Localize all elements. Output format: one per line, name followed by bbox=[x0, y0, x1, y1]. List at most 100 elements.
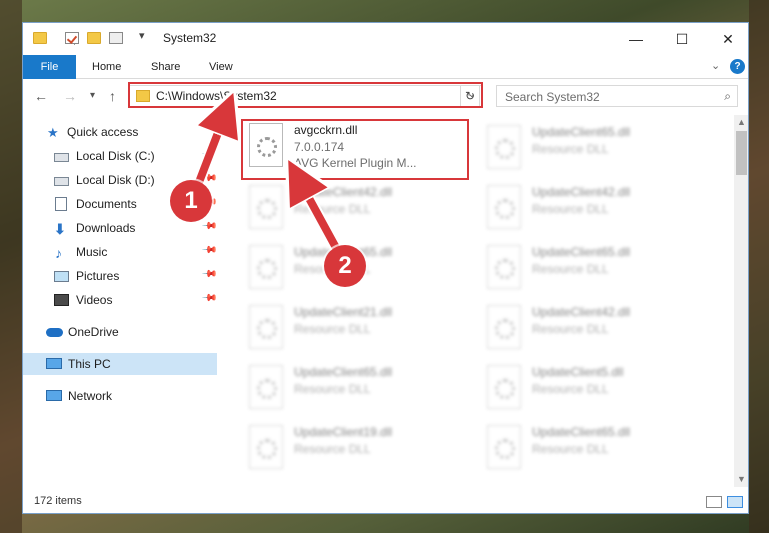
back-button[interactable]: ← bbox=[34, 88, 48, 104]
sidebar-item-label: This PC bbox=[68, 357, 111, 371]
file-name: UpdateClient65.dll bbox=[532, 125, 631, 139]
dll-file-icon bbox=[249, 425, 283, 469]
background-tree bbox=[0, 0, 22, 533]
network-icon bbox=[46, 390, 62, 401]
dll-file-icon bbox=[249, 245, 283, 289]
file-type: Resource DLL bbox=[294, 442, 371, 456]
vertical-scrollbar[interactable]: ▲ ▼ bbox=[734, 115, 748, 487]
title-bar: ▾ System32 — ☐ ✕ bbox=[23, 23, 748, 55]
dll-file-icon bbox=[487, 245, 521, 289]
up-button[interactable]: ↑ bbox=[109, 88, 116, 104]
file-tile[interactable]: UpdateClient19.dll Resource DLL bbox=[247, 421, 477, 477]
properties-icon[interactable] bbox=[65, 32, 79, 44]
file-type: Resource DLL bbox=[532, 382, 609, 396]
dll-file-icon bbox=[249, 365, 283, 409]
sidebar-item-label: OneDrive bbox=[68, 325, 119, 339]
file-name: UpdateClient19.dll bbox=[294, 425, 393, 439]
tab-view[interactable]: View bbox=[209, 55, 233, 79]
sidebar-item-quick-access[interactable]: ★ Quick access bbox=[23, 121, 217, 143]
tiles-view-icon[interactable] bbox=[727, 496, 743, 508]
file-tile[interactable]: UpdateClient65.dll Resource DLL bbox=[485, 421, 715, 477]
chevron-down-icon[interactable]: ▾ bbox=[139, 29, 145, 42]
file-tile[interactable]: UpdateClient42.dll Resource DLL bbox=[485, 301, 715, 357]
file-name: UpdateClient5.dll bbox=[532, 365, 624, 379]
file-tile[interactable]: UpdateClient5.dll Resource DLL bbox=[485, 361, 715, 417]
background-tree bbox=[749, 0, 769, 533]
file-type: Resource DLL bbox=[532, 322, 609, 336]
file-tile[interactable]: UpdateClient65.dll Resource DLL bbox=[485, 121, 715, 177]
file-type: Resource DLL bbox=[532, 442, 609, 456]
window-title: System32 bbox=[163, 31, 217, 45]
pin-icon: 📌 bbox=[200, 146, 218, 163]
scroll-up-icon[interactable]: ▲ bbox=[734, 115, 748, 130]
sidebar-item-label: Quick access bbox=[67, 125, 139, 139]
tab-file[interactable]: File bbox=[23, 55, 76, 79]
help-icon[interactable]: ? bbox=[730, 59, 745, 74]
file-name: UpdateClient42.dll bbox=[532, 305, 631, 319]
close-button[interactable]: ✕ bbox=[705, 23, 748, 55]
dll-file-icon bbox=[487, 305, 521, 349]
file-tile[interactable]: UpdateClient65.dll Resource DLL bbox=[247, 361, 477, 417]
tab-share[interactable]: Share bbox=[151, 55, 180, 79]
tab-home[interactable]: Home bbox=[92, 55, 121, 79]
sidebar-item-videos[interactable]: Videos 📌 bbox=[23, 289, 217, 311]
file-name: UpdateClient65.dll bbox=[532, 425, 631, 439]
search-box[interactable]: Search System32 ⌕ bbox=[496, 85, 738, 107]
file-type: Resource DLL bbox=[294, 322, 371, 336]
file-tile[interactable]: UpdateClient42.dll Resource DLL bbox=[247, 181, 477, 237]
pin-icon: 📌 bbox=[200, 218, 218, 235]
sidebar-item-label: Pictures bbox=[76, 269, 120, 283]
file-explorer-window: ▾ System32 — ☐ ✕ File Home Share View ⌄ … bbox=[22, 22, 749, 514]
forward-button[interactable]: → bbox=[63, 88, 77, 104]
maximize-button[interactable]: ☐ bbox=[659, 23, 705, 55]
star-icon: ★ bbox=[47, 125, 59, 140]
search-icon[interactable]: ⌕ bbox=[724, 89, 731, 104]
sidebar-item-pictures[interactable]: Pictures 📌 bbox=[23, 265, 217, 287]
dll-file-icon bbox=[487, 425, 521, 469]
navigation-pane: ★ Quick access Local Disk (C:) 📌 Local D… bbox=[23, 115, 217, 487]
file-highlight bbox=[241, 119, 469, 180]
documents-icon bbox=[55, 197, 67, 211]
cloud-icon bbox=[46, 328, 63, 337]
file-type: Resource DLL bbox=[294, 382, 371, 396]
sidebar-item-label: Videos bbox=[76, 293, 113, 307]
sidebar-item-network[interactable]: Network bbox=[23, 385, 217, 407]
new-folder-icon[interactable] bbox=[87, 32, 101, 44]
file-type: Resource DLL bbox=[532, 142, 609, 156]
ribbon-tabs: File Home Share View ⌄ ? bbox=[23, 55, 748, 79]
scroll-down-icon[interactable]: ▼ bbox=[734, 472, 748, 487]
step-2-badge: 2 bbox=[324, 245, 366, 287]
dll-file-icon bbox=[487, 365, 521, 409]
file-name: UpdateClient21.dll bbox=[294, 305, 393, 319]
pin-icon: 📌 bbox=[200, 266, 218, 283]
sidebar-item-label: Downloads bbox=[76, 221, 136, 235]
computer-icon bbox=[46, 358, 62, 369]
file-tile[interactable]: UpdateClient65.dll Resource DLL bbox=[485, 241, 715, 297]
videos-icon bbox=[54, 294, 69, 306]
pin-icon: 📌 bbox=[200, 290, 218, 307]
customize-qat-icon[interactable] bbox=[109, 32, 123, 44]
file-name: UpdateClient65.dll bbox=[294, 365, 393, 379]
status-bar: 172 items bbox=[23, 489, 748, 513]
sidebar-item-music[interactable]: ♪ Music 📌 bbox=[23, 241, 217, 263]
sidebar-item-this-pc[interactable]: This PC bbox=[23, 353, 217, 375]
file-tile[interactable]: UpdateClient42.dll Resource DLL bbox=[485, 181, 715, 237]
sidebar-item-onedrive[interactable]: OneDrive bbox=[23, 321, 217, 343]
search-input[interactable]: Search System32 bbox=[505, 90, 600, 104]
file-name: UpdateClient65.dll bbox=[532, 245, 631, 259]
step-1-badge: 1 bbox=[170, 180, 212, 222]
recent-locations-button[interactable]: ▾ bbox=[90, 90, 95, 101]
sidebar-item-label: Music bbox=[76, 245, 108, 259]
sidebar-item-local-disk-c[interactable]: Local Disk (C:) 📌 bbox=[23, 145, 217, 167]
expand-ribbon-icon[interactable]: ⌄ bbox=[711, 59, 720, 72]
scroll-thumb[interactable] bbox=[736, 131, 747, 175]
file-type: Resource DLL bbox=[532, 262, 609, 276]
item-count: 172 items bbox=[34, 495, 82, 507]
details-view-icon[interactable] bbox=[706, 496, 722, 508]
minimize-button[interactable]: — bbox=[613, 23, 659, 55]
address-highlight bbox=[128, 82, 483, 108]
sidebar-item-label: Local Disk (C:) bbox=[76, 149, 155, 163]
file-tile[interactable]: UpdateClient21.dll Resource DLL bbox=[247, 301, 477, 357]
file-name: UpdateClient42.dll bbox=[294, 185, 393, 199]
pin-icon: 📌 bbox=[200, 242, 218, 259]
